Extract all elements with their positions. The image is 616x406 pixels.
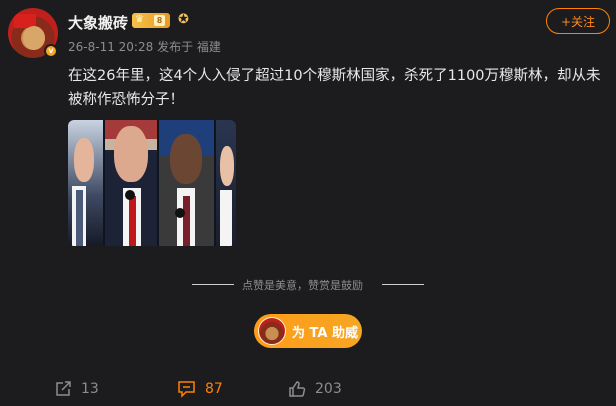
- image-panel-3: [159, 120, 214, 246]
- cheer-label: 为 TA 助威: [292, 326, 358, 341]
- divider-right: [382, 284, 424, 285]
- level-number: 8: [154, 15, 165, 26]
- like-button[interactable]: 203: [288, 374, 342, 404]
- follow-button[interactable]: +关注: [546, 8, 610, 34]
- share-count: 13: [81, 381, 99, 397]
- cheer-avatar: [258, 317, 286, 345]
- post-text: 在这26年里，这4个人入侵了超过10个穆斯林国家，杀死了1100万穆斯林，却从未…: [68, 68, 601, 108]
- level-badge[interactable]: ♛ 8: [132, 13, 170, 28]
- thumbs-up-icon: [288, 380, 306, 398]
- post-image[interactable]: [68, 120, 236, 246]
- comment-button[interactable]: 87: [177, 374, 223, 404]
- medal-icon[interactable]: ✪: [178, 12, 189, 27]
- cheer-button[interactable]: 为 TA 助威: [254, 314, 362, 348]
- like-count: 203: [315, 381, 342, 397]
- verified-badge-icon: v: [44, 44, 58, 58]
- share-button[interactable]: 13: [54, 374, 99, 404]
- post-meta: 26-8-11 20:28 发布于 福建: [68, 38, 221, 55]
- comment-icon: [177, 380, 196, 398]
- divider-left: [192, 284, 234, 285]
- author-name[interactable]: 大象搬砖: [68, 12, 128, 33]
- image-panel-1: [68, 120, 103, 246]
- follow-label: +关注: [560, 14, 596, 29]
- share-icon: [54, 380, 72, 398]
- post-timestamp[interactable]: 26-8-11 20:28: [68, 40, 153, 54]
- comment-count: 87: [205, 381, 223, 397]
- avatar-face: [23, 26, 45, 50]
- crown-icon: ♛: [135, 14, 144, 25]
- post-location: 发布于 福建: [157, 40, 221, 54]
- image-panel-2: [105, 120, 157, 246]
- image-panel-4: [216, 120, 236, 246]
- reward-caption: 点赞是美意，赞赏是鼓励: [242, 279, 363, 292]
